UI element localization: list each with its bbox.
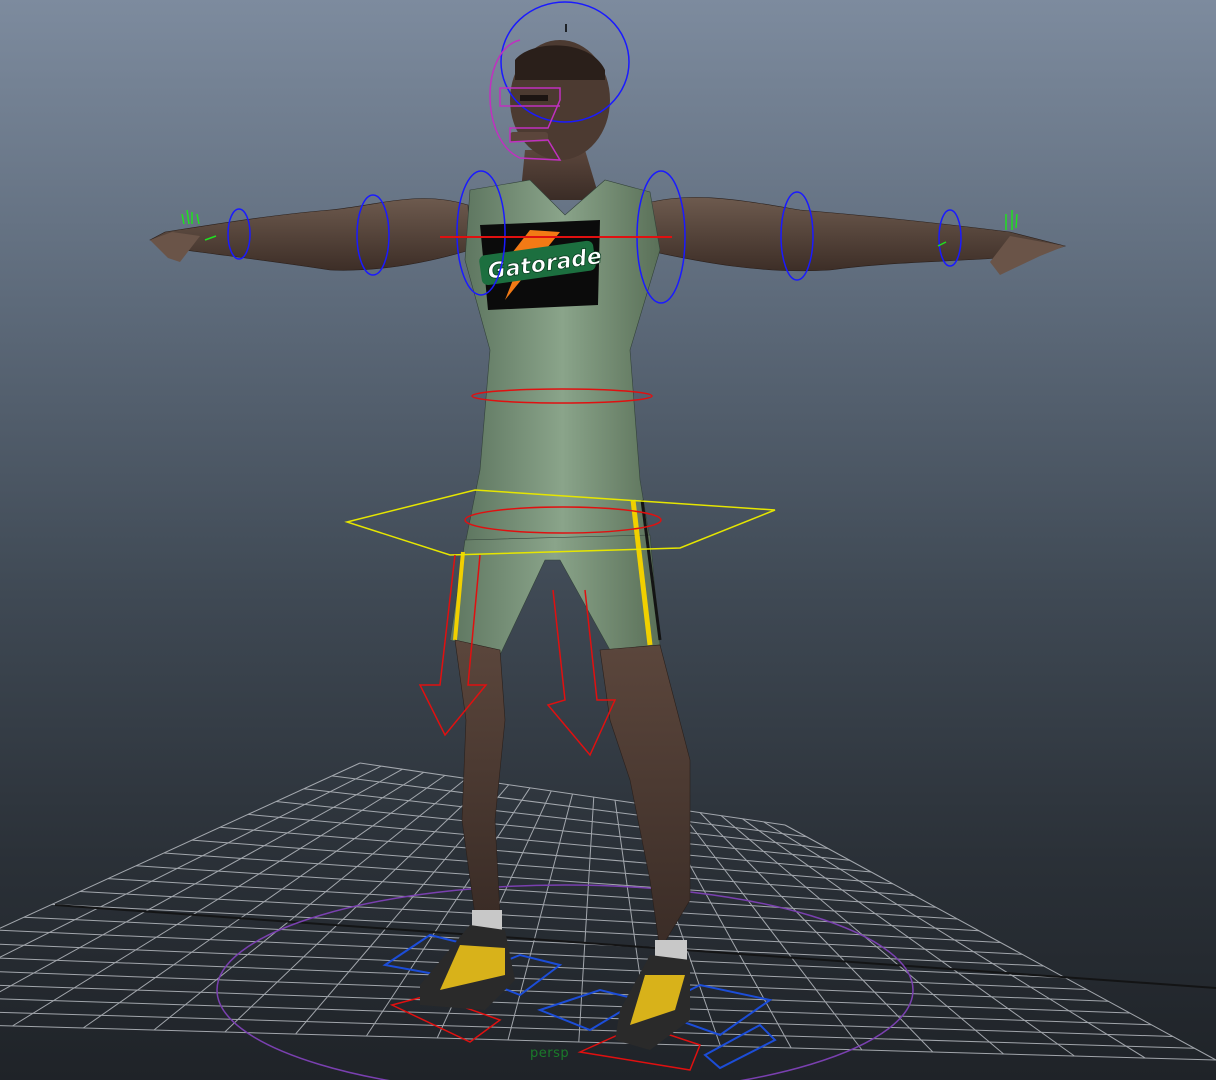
grid-line [784, 824, 1216, 1061]
grid-line [0, 768, 403, 993]
character-legs [454, 639, 691, 960]
character-shoes [420, 925, 690, 1050]
ground-grid [0, 762, 1216, 1061]
character-torso: Gatorade [464, 179, 661, 546]
scene-canvas[interactable]: Gatorade [0, 0, 1216, 1080]
grid-line [742, 818, 1075, 1057]
grid-axis-x [54, 904, 1216, 989]
maya-perspective-viewport[interactable]: Gatorade persp [0, 0, 1216, 1080]
grid-line [763, 821, 1146, 1059]
character-head [510, 40, 610, 200]
grid-line [0, 762, 361, 929]
camera-label: persp [530, 1046, 570, 1061]
